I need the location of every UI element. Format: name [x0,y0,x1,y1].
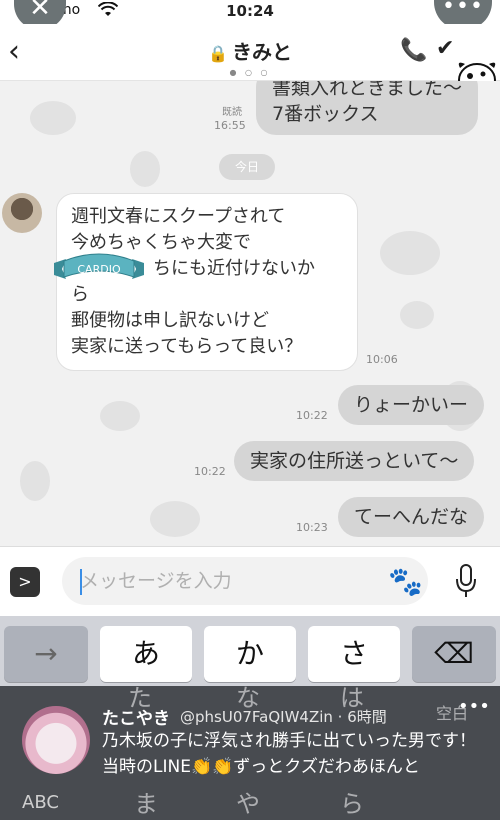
read-receipt: 既読 [222,107,242,118]
background-spot [400,301,434,329]
message-line: 郵便物は申し訳ないけど [71,310,269,331]
page-indicator: ● ○ ○ [229,68,271,77]
background-spot [100,401,140,431]
microphone-icon[interactable] [456,561,476,601]
date-separator: 今日 [219,154,275,180]
message-input[interactable] [62,557,428,605]
message-bubble-sent[interactable]: てーへんだな [338,497,485,537]
phone-icon[interactable]: 📞 [400,38,427,63]
chat-area[interactable]: 書類入れときました〜 7番ボックス 既読 16:55 今日 週刊文春にスクープさ… [0,81,500,546]
status-time: 10:24 [226,2,274,20]
key-ya[interactable]: や [236,784,260,819]
key-sa[interactable]: さ [308,626,400,682]
message-time: 10:22 [194,465,226,478]
message-text: りょーかいー [354,394,469,416]
chat-header: ‹ 🔒 きみと ● ○ ○ 📞 ✔ [0,24,500,97]
lock-icon: 🔒 [208,44,228,63]
more-icon: ••• [442,0,484,19]
screen: mo 10:24 ✕ ••• ‹ 🔒 きみと ● ○ ○ 📞 ✔ 書類入れときま… [0,0,500,820]
chat-title-text: きみと [231,40,292,64]
message-time: 10:22 [296,409,328,422]
background-spot [150,501,200,537]
message-time: 10:23 [296,521,328,534]
status-bar: mo 10:24 [0,0,500,24]
key-ra[interactable]: ら [340,784,364,819]
close-icon: ✕ [29,0,51,23]
message-line: 実家に送ってもらって良い？ [71,336,303,357]
key-a[interactable]: あ [100,626,192,682]
background-spot [130,151,160,187]
key-ka[interactable]: か [204,626,296,682]
check-icon[interactable]: ✔ [436,36,454,61]
message-input-bar: > 🐾 [0,546,500,617]
notification-banner[interactable]: た な は 空白 たこやき @phsU07FaQIW4Zin · 6時間 •••… [0,684,500,820]
message-text: 実家の住所送っといて〜 [250,450,459,472]
paw-icon[interactable]: 🐾 [388,565,423,598]
message-bubble-sent[interactable]: 書類入れときました〜 7番ボックス [256,81,479,135]
message-line: 週刊文春にスクープされて [71,206,286,227]
message-text: 書類入れときました〜 7番ボックス [272,81,463,125]
key-abc[interactable]: ABC [22,792,59,813]
background-spot [30,101,76,135]
backspace-key[interactable]: ⌫ [412,626,496,682]
notification-text: 乃木坂の子に浮気され勝手に出ていった男です！当時のLINE👏👏ずっとクズだわあほ… [102,731,476,777]
message-bubble-sent[interactable]: りょーかいー [338,385,485,425]
text-caret [80,569,82,595]
message-time: 16:55 [214,119,246,132]
message-bubble-sent[interactable]: 実家の住所送っといて〜 [234,441,475,481]
background-spot [380,231,440,275]
notification-handle: @phsU07FaQIW4Zin · 6時間 [180,708,387,726]
expand-button[interactable]: > [10,567,40,597]
notification-name: たこやき [102,709,170,729]
sticker-label: CARDIO [77,263,121,276]
key-arrow[interactable]: → [4,626,88,682]
message-time: 10:06 [366,353,398,366]
notification-more-icon[interactable]: ••• [458,696,490,717]
cardio-sticker: CARDIO [54,253,144,279]
notification-avatar [22,706,90,774]
message-text: てーへんだな [354,506,469,528]
background-spot [20,461,50,501]
chevron-right-icon: > [18,572,32,591]
contact-avatar[interactable] [2,193,42,233]
key-ma[interactable]: ま [134,784,158,819]
